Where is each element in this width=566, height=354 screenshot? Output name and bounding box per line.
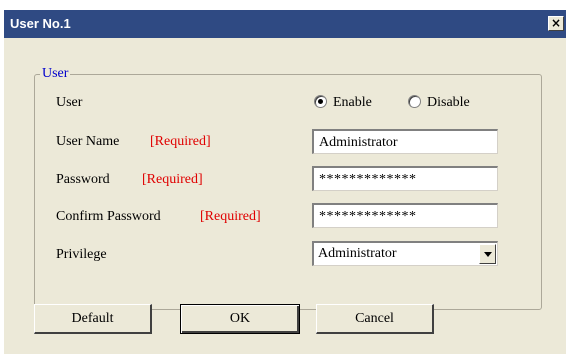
cancel-button[interactable]: Cancel [316,304,434,334]
password-required-tag: [Required] [142,172,203,187]
enable-radio[interactable]: Enable [314,95,372,111]
username-label: User Name [56,134,120,149]
close-icon[interactable]: × [548,16,564,31]
chevron-down-icon[interactable] [479,244,496,264]
window-title: User No.1 [10,16,71,31]
user-label: User [56,95,83,110]
radio-checked-icon[interactable] [314,95,327,108]
confirm-password-label: Confirm Password [56,209,161,224]
dialog-client-area: User User Enable Disable User Name [Requ… [4,38,566,354]
username-required-tag: [Required] [150,134,211,149]
username-input[interactable]: Administrator [312,129,498,154]
ok-button[interactable]: OK [180,304,300,334]
confirm-password-input[interactable]: ************* [312,203,498,228]
password-label: Password [56,172,110,187]
user-dialog: User No.1 × User User Enable Disable Use… [0,0,566,354]
privilege-label: Privilege [56,247,107,262]
disable-radio[interactable]: Disable [408,95,470,111]
enable-label: Enable [333,95,372,110]
disable-label: Disable [427,95,470,110]
password-input[interactable]: ************* [312,166,498,191]
radio-unchecked-icon[interactable] [408,95,421,108]
default-button[interactable]: Default [34,304,152,334]
title-bar[interactable]: User No.1 × [4,10,566,38]
confirm-required-tag: [Required] [200,209,261,224]
privilege-value: Administrator [318,246,397,261]
privilege-select[interactable]: Administrator [312,241,498,266]
group-legend: User [40,66,71,82]
